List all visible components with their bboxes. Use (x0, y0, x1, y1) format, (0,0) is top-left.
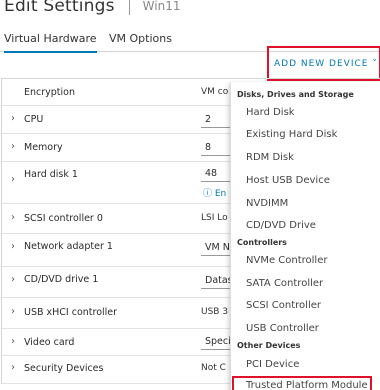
vm-name: Win11 (142, 0, 181, 13)
row-label: Encryption (24, 87, 76, 98)
menu-item-existing-hard-disk[interactable]: Existing Hard Disk (246, 129, 337, 140)
menu-item-nvme-controller[interactable]: NVMe Controller (246, 255, 327, 266)
menu-item-nvdimm[interactable]: NVDIMM (246, 198, 288, 209)
menu-item-pci-device[interactable]: PCI Device (246, 359, 299, 370)
row-label: Security Devices (24, 363, 104, 374)
menu-heading-disks: Disks, Drives and Storage (237, 90, 354, 99)
chevron-right-icon[interactable]: › (11, 362, 15, 373)
tpm-highlight (232, 376, 372, 390)
menu-item-hard-disk[interactable]: Hard Disk (246, 107, 295, 118)
add-new-device-button[interactable]: ADD NEW DEVICE ˅ (274, 59, 378, 69)
row-label: Video card (24, 337, 75, 348)
row-label: Hard disk 1 (24, 169, 78, 180)
menu-item-rdm-disk[interactable]: RDM Disk (246, 152, 294, 163)
chevron-right-icon[interactable]: › (11, 141, 15, 152)
chevron-right-icon[interactable]: › (11, 241, 15, 252)
chevron-right-icon[interactable]: › (11, 306, 15, 317)
row-value: Not C (201, 363, 226, 373)
add-device-menu: Disks, Drives and Storage Hard Disk Exis… (230, 82, 380, 390)
row-label: CPU (24, 114, 44, 125)
chevron-right-icon[interactable]: › (11, 274, 15, 285)
tab-virtual-hardware[interactable]: Virtual Hardware (4, 32, 97, 53)
chevron-right-icon[interactable]: › (11, 174, 15, 185)
row-label: CD/DVD drive 1 (24, 274, 99, 285)
chevron-right-icon[interactable]: › (11, 212, 15, 223)
row-label: USB xHCI controller (24, 307, 118, 318)
menu-item-host-usb-device[interactable]: Host USB Device (246, 175, 330, 186)
row-label: Memory (24, 142, 63, 153)
row-value: VM co (201, 87, 229, 97)
chevron-right-icon[interactable]: › (11, 336, 15, 347)
title-divider (128, 0, 130, 15)
menu-item-sata-controller[interactable]: SATA Controller (246, 278, 323, 289)
row-label: SCSI controller 0 (24, 213, 103, 224)
tab-vm-options[interactable]: VM Options (109, 32, 172, 51)
row-value: LSI Lo (201, 213, 228, 223)
menu-heading-other-devices: Other Devices (237, 341, 301, 350)
menu-item-usb-controller[interactable]: USB Controller (246, 323, 319, 334)
encryption-info: ⓘ En (203, 189, 227, 199)
page-title: Edit Settings (4, 0, 115, 16)
menu-heading-controllers: Controllers (237, 238, 287, 247)
menu-item-scsi-controller[interactable]: SCSI Controller (246, 300, 321, 311)
menu-item-cd-dvd-drive[interactable]: CD/DVD Drive (246, 220, 316, 231)
row-label: Network adapter 1 (24, 241, 113, 252)
chevron-right-icon[interactable]: › (11, 113, 15, 124)
row-value: USB 3 (201, 307, 229, 317)
page-header: Edit Settings Win11 (4, 0, 180, 18)
